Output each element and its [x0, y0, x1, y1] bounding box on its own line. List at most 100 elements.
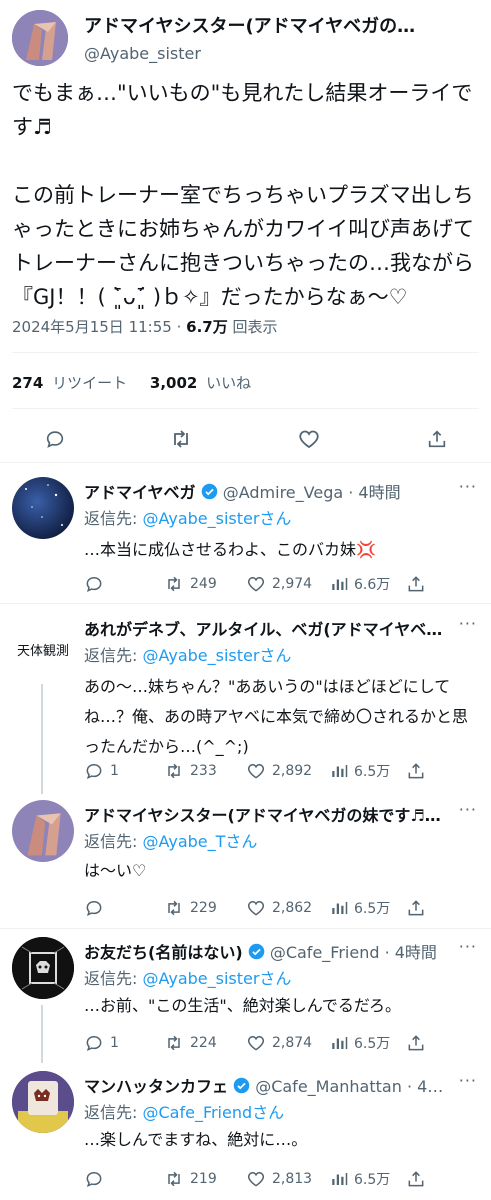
reply-button[interactable] [84, 896, 110, 920]
reply-actions: 1 233 2,892 6.5万 [84, 759, 484, 783]
reply-to: 返信先: @Ayabe_sisterさん [84, 965, 291, 989]
like-count-label[interactable]: いいね [206, 374, 251, 392]
retweet-button[interactable]: 233 [164, 759, 217, 783]
reply-author-handle[interactable]: @Cafe_Friend [270, 943, 380, 962]
reply-text: あの〜…妹ちゃん？"ああいうの"はほどほどにしてね…？俺、あの時アヤベに本気で締… [84, 677, 469, 756]
reply-author-name[interactable]: お友だち(名前はない) [84, 943, 243, 962]
like-button[interactable]: 2,862 [246, 896, 312, 920]
reply-to: 返信先: @Ayabe_Tさん [84, 828, 257, 852]
reply-author-handle[interactable]: @Cafe_Manhattan [255, 1077, 402, 1096]
author-name[interactable]: アドマイヤシスター(アドマイヤベガの妹です… [84, 12, 424, 38]
author-handle[interactable]: @Ayabe_sister [84, 44, 201, 63]
reply-author-name[interactable]: アドマイヤシスター(アドマイヤベガの妹です♬… [84, 806, 441, 825]
retweet-button[interactable]: 229 [164, 896, 217, 920]
reply-icon [86, 1035, 102, 1052]
reply-time[interactable]: · 4時間 [385, 943, 437, 962]
reply-tweet[interactable]: 天体観測 あれがデネブ、アルタイル、ベガ(アドマイヤベ… ··· 返信先: @A… [0, 604, 491, 794]
reply-to: 返信先: @Ayabe_sisterさん [84, 505, 291, 529]
view-count: 6.7万 [186, 318, 228, 336]
reply-actions: 219 2,813 6.5万 [84, 1167, 484, 1191]
like-icon [247, 576, 265, 592]
views-button[interactable]: 6.5万 [330, 759, 390, 783]
reply-text: …本当に成仏させるわよ、このバカ妹💢 [84, 540, 376, 559]
reply-button[interactable]: 1 [84, 759, 119, 783]
retweet-count-label[interactable]: リツイート [52, 374, 127, 392]
like-button[interactable]: 2,874 [246, 1031, 312, 1055]
like-count[interactable]: 3,002 [150, 374, 197, 392]
share-button[interactable] [406, 896, 426, 920]
like-button[interactable]: 2,892 [246, 759, 312, 783]
retweet-button[interactable]: 219 [164, 1167, 217, 1191]
tweet-body: でもまぁ…"いいもの"も見れたし結果オーライです♬ この前トレーナー室でちっちゃ… [12, 81, 474, 309]
retweet-count: 219 [190, 1171, 217, 1187]
views-button[interactable]: 6.5万 [330, 1167, 390, 1191]
reply-tweet[interactable]: マンハッタンカフェ @Cafe_Manhattan · 4… ··· 返信先: … [0, 1063, 491, 1200]
reply-author-name[interactable]: あれがデネブ、アルタイル、ベガ(アドマイヤベ… [84, 620, 442, 639]
author-avatar[interactable] [12, 10, 68, 66]
thread-line [41, 684, 43, 794]
views-icon [332, 578, 348, 590]
retweet-button[interactable]: 249 [164, 572, 217, 596]
share-button[interactable] [406, 1031, 426, 1055]
views-icon [332, 902, 348, 914]
reply-avatar[interactable] [12, 1071, 74, 1133]
reply-to-link[interactable]: @Ayabe_sisterさん [142, 646, 291, 665]
like-icon[interactable] [294, 424, 324, 454]
reply-author-name[interactable]: アドマイヤベガ [84, 483, 196, 502]
reply-avatar[interactable] [12, 800, 74, 862]
reply-tweet[interactable]: アドマイヤベガ @Admire_Vega · 4時間 ··· 返信先: @Aya… [0, 463, 491, 603]
more-icon[interactable]: ··· [459, 614, 477, 633]
verified-badge-icon [233, 1077, 250, 1098]
more-icon[interactable]: ··· [459, 937, 477, 956]
reply-tweet[interactable]: アドマイヤシスター(アドマイヤベガの妹です♬… ··· 返信先: @Ayabe_… [0, 794, 491, 928]
views-button[interactable]: 6.6万 [330, 572, 390, 596]
tweet-stats: 274 リツイート 3,002 いいね [12, 372, 251, 393]
more-icon[interactable]: ··· [459, 800, 477, 819]
reply-button[interactable]: 1 [84, 1031, 119, 1055]
like-button[interactable]: 2,974 [246, 572, 312, 596]
reply-author-name[interactable]: マンハッタンカフェ [84, 1077, 228, 1096]
reply-avatar[interactable] [12, 477, 74, 539]
reply-actions: 1 224 2,874 6.5万 [84, 1031, 484, 1055]
reply-button[interactable] [84, 1167, 110, 1191]
retweet-icon[interactable] [166, 424, 196, 454]
share-button[interactable] [406, 1167, 426, 1191]
share-button[interactable] [406, 572, 426, 596]
reply-avatar[interactable] [12, 937, 74, 999]
share-icon [408, 900, 424, 916]
reply-icon[interactable] [40, 424, 70, 454]
reply-button[interactable] [84, 572, 110, 596]
reply-icon [86, 763, 102, 780]
more-icon[interactable]: ··· [459, 477, 477, 496]
share-icon[interactable] [422, 424, 452, 454]
reply-to-link[interactable]: @Cafe_Friendさん [142, 1103, 284, 1122]
reply-to-prefix: 返信先: [84, 832, 143, 851]
view-count: 6.5万 [354, 1036, 391, 1052]
tweet-date[interactable]: 2024年5月15日 11:55 [12, 318, 172, 336]
views-button[interactable]: 6.5万 [330, 896, 390, 920]
reply-time[interactable]: · 4… [407, 1077, 443, 1096]
reply-to-prefix: 返信先: [84, 969, 143, 988]
reply-to-link[interactable]: @Ayabe_sisterさん [142, 969, 291, 988]
like-icon [247, 1035, 265, 1051]
reply-count: 1 [110, 1035, 119, 1051]
reply-to-link[interactable]: @Ayabe_Tさん [142, 832, 257, 851]
retweet-count[interactable]: 274 [12, 374, 43, 392]
share-icon [408, 1035, 424, 1051]
more-icon[interactable]: ··· [459, 1071, 477, 1090]
reply-tweet[interactable]: お友だち(名前はない) @Cafe_Friend · 4時間 ··· 返信先: … [0, 929, 491, 1063]
retweet-button[interactable]: 224 [164, 1031, 217, 1055]
reply-author-handle[interactable]: @Admire_Vega [223, 483, 343, 502]
view-count: 6.5万 [354, 764, 391, 780]
share-icon [408, 1171, 424, 1187]
reply-avatar[interactable]: 天体観測 [12, 618, 74, 680]
share-button[interactable] [406, 759, 426, 783]
reply-icon [86, 900, 102, 917]
reply-time[interactable]: · 4時間 [348, 483, 400, 502]
reply-to-link[interactable]: @Ayabe_sisterさん [142, 509, 291, 528]
like-button[interactable]: 2,813 [246, 1167, 312, 1191]
avatar-text: 天体観測 [16, 643, 69, 659]
like-icon [247, 900, 265, 916]
views-button[interactable]: 6.5万 [330, 1031, 390, 1055]
retweet-icon [168, 1171, 180, 1187]
